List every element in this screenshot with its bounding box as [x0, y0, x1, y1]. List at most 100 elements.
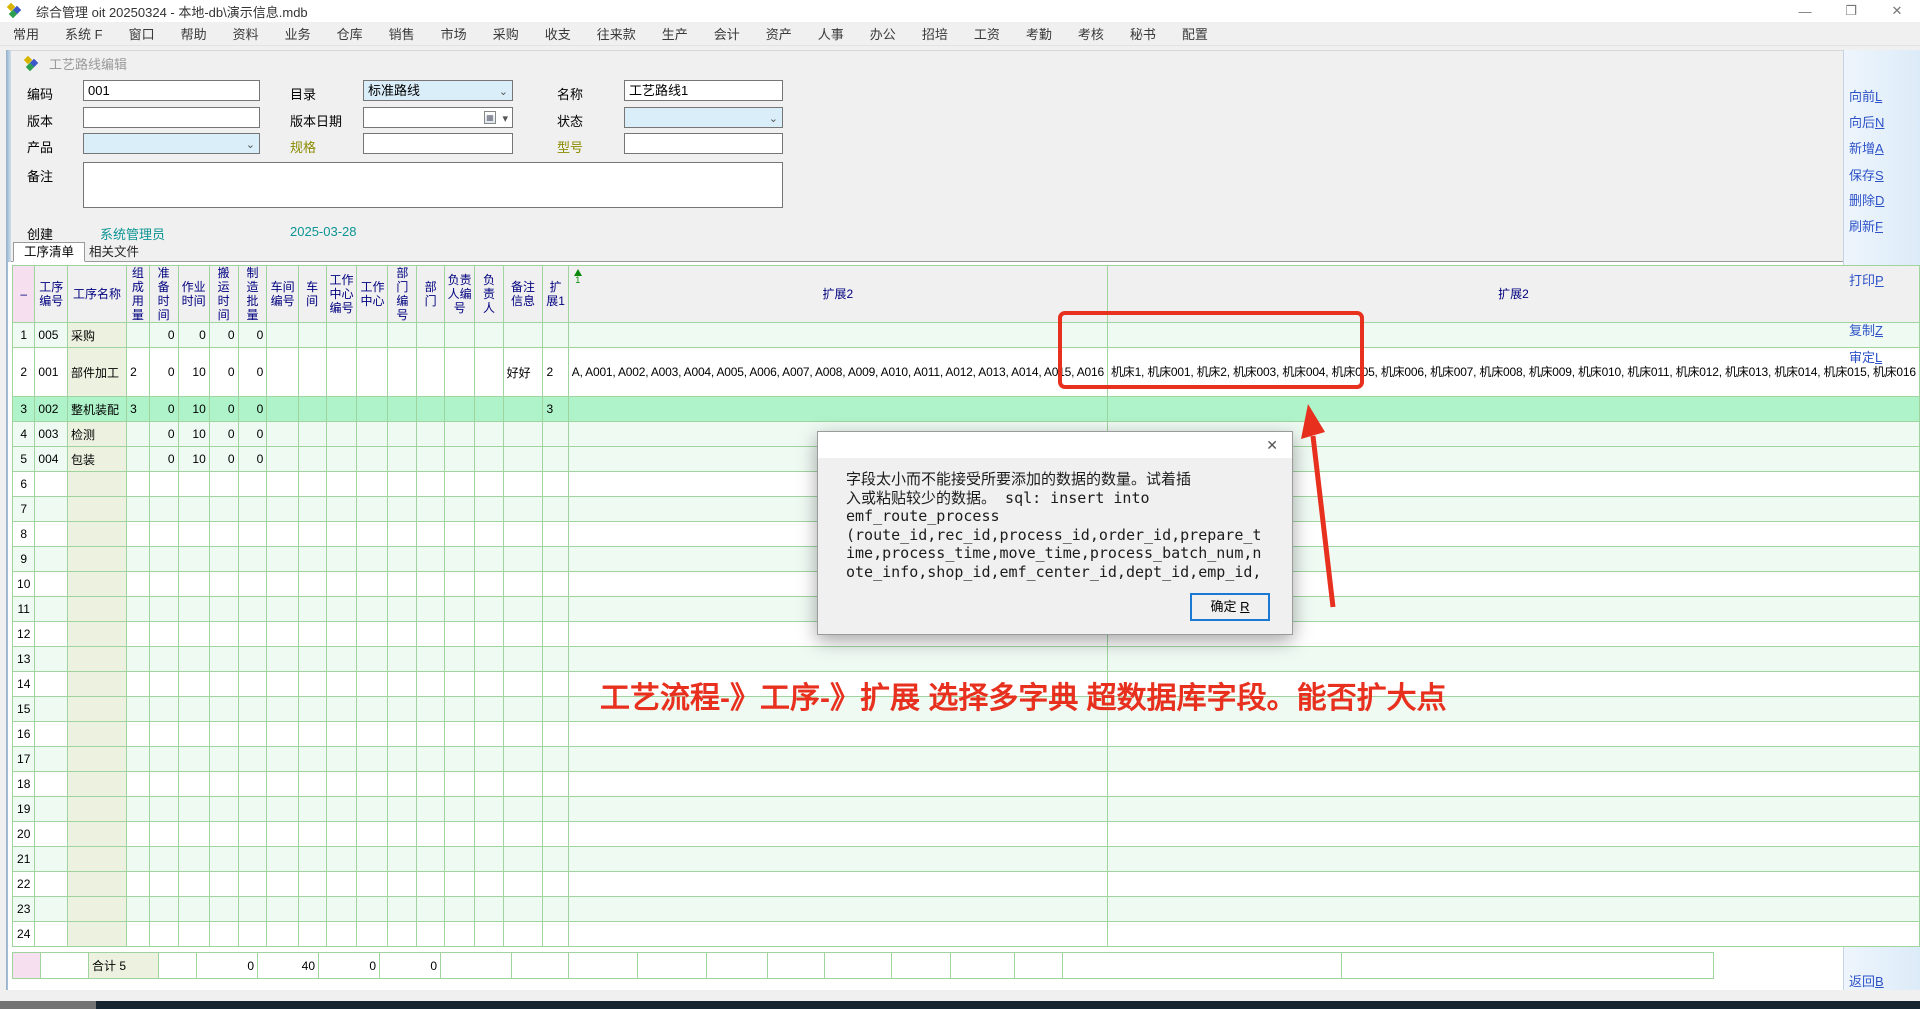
menu-item[interactable]: 市场	[428, 24, 480, 43]
chevron-down-icon[interactable]: ⌄	[499, 83, 508, 101]
cell[interactable]	[417, 747, 445, 772]
cell[interactable]	[357, 922, 388, 947]
cell[interactable]	[357, 472, 388, 497]
cell[interactable]	[357, 572, 388, 597]
cell[interactable]	[35, 522, 68, 547]
cell[interactable]	[543, 922, 568, 947]
menu-item[interactable]: 考勤	[1013, 24, 1065, 43]
cell[interactable]	[475, 922, 503, 947]
cell[interactable]	[503, 547, 543, 572]
column-header[interactable]: 工作中心编号	[326, 266, 357, 323]
cell[interactable]	[178, 622, 209, 647]
cell[interactable]: 003	[35, 422, 68, 447]
cell[interactable]	[1107, 722, 1919, 747]
cell[interactable]	[68, 747, 127, 772]
cell[interactable]: 2	[543, 348, 568, 397]
menu-item[interactable]: 会计	[701, 24, 753, 43]
cell[interactable]	[568, 847, 1107, 872]
close-icon[interactable]: ✕	[1874, 3, 1920, 19]
cell[interactable]	[35, 547, 68, 572]
cell[interactable]	[503, 722, 543, 747]
cell[interactable]	[209, 647, 238, 672]
row-number-cell[interactable]: 5	[13, 447, 35, 472]
cell[interactable]	[568, 747, 1107, 772]
cell[interactable]	[149, 722, 178, 747]
chevron-down-icon[interactable]: ⌄	[246, 136, 255, 154]
cell[interactable]	[326, 447, 357, 472]
cell[interactable]	[209, 672, 238, 697]
cell[interactable]	[178, 747, 209, 772]
cell[interactable]	[35, 897, 68, 922]
cell[interactable]	[475, 872, 503, 897]
cell[interactable]	[388, 397, 417, 422]
cell[interactable]: 检测	[68, 422, 127, 447]
cell[interactable]	[568, 722, 1107, 747]
row-number-cell[interactable]: 6	[13, 472, 35, 497]
cell[interactable]	[503, 822, 543, 847]
cell[interactable]: 0	[238, 447, 267, 472]
cell[interactable]	[388, 323, 417, 348]
cell[interactable]	[503, 622, 543, 647]
cell[interactable]: 3	[543, 397, 568, 422]
cell[interactable]	[298, 348, 326, 397]
cell[interactable]	[543, 897, 568, 922]
menu-item[interactable]: 窗口	[116, 24, 168, 43]
cell[interactable]	[475, 897, 503, 922]
cell[interactable]	[568, 922, 1107, 947]
cell[interactable]	[298, 722, 326, 747]
cell[interactable]	[444, 897, 474, 922]
cell[interactable]	[388, 797, 417, 822]
row-number-cell[interactable]: 1	[13, 323, 35, 348]
cell[interactable]	[127, 672, 150, 697]
menu-item[interactable]: 考核	[1065, 24, 1117, 43]
cell[interactable]	[35, 922, 68, 947]
cell[interactable]	[298, 697, 326, 722]
cell[interactable]	[149, 547, 178, 572]
cell[interactable]: 部件加工	[68, 348, 127, 397]
cell[interactable]	[238, 572, 267, 597]
cell[interactable]	[543, 597, 568, 622]
spec-input[interactable]	[363, 133, 513, 154]
cell[interactable]	[357, 348, 388, 397]
cell[interactable]	[238, 622, 267, 647]
cell[interactable]	[178, 797, 209, 822]
cell[interactable]	[568, 897, 1107, 922]
cell[interactable]	[543, 472, 568, 497]
cell[interactable]	[127, 422, 150, 447]
cell[interactable]	[388, 847, 417, 872]
cell[interactable]	[68, 897, 127, 922]
cell[interactable]	[388, 348, 417, 397]
side-button-2[interactable]: 向后N	[1849, 112, 1884, 131]
cell[interactable]	[475, 697, 503, 722]
cell[interactable]	[127, 697, 150, 722]
menu-item[interactable]: 秘书	[1117, 24, 1169, 43]
minimize-icon[interactable]: —	[1782, 4, 1828, 19]
cell[interactable]	[298, 647, 326, 672]
cell[interactable]: 0	[149, 323, 178, 348]
side-button-9[interactable]: 审定L	[1849, 347, 1882, 366]
cell[interactable]	[178, 472, 209, 497]
cell[interactable]	[267, 622, 298, 647]
column-header[interactable]: 准备时间	[149, 266, 178, 323]
tab-related-files[interactable]: 相关文件	[79, 243, 149, 262]
menu-item[interactable]: 办公	[857, 24, 909, 43]
cell[interactable]	[209, 547, 238, 572]
cell[interactable]	[326, 897, 357, 922]
cell[interactable]	[35, 822, 68, 847]
column-header[interactable]: 搬运时间	[209, 266, 238, 323]
cell[interactable]	[503, 872, 543, 897]
cell[interactable]	[326, 547, 357, 572]
row-number-cell[interactable]: 9	[13, 547, 35, 572]
cell[interactable]	[388, 697, 417, 722]
cell[interactable]	[149, 522, 178, 547]
cell[interactable]	[267, 422, 298, 447]
cell[interactable]	[417, 348, 445, 397]
cell[interactable]	[68, 672, 127, 697]
cell[interactable]	[475, 422, 503, 447]
cell[interactable]	[178, 697, 209, 722]
cell[interactable]	[209, 847, 238, 872]
column-header[interactable]: 组成用量	[127, 266, 150, 323]
cell[interactable]	[267, 572, 298, 597]
cell[interactable]	[68, 797, 127, 822]
cell[interactable]: 0	[238, 422, 267, 447]
